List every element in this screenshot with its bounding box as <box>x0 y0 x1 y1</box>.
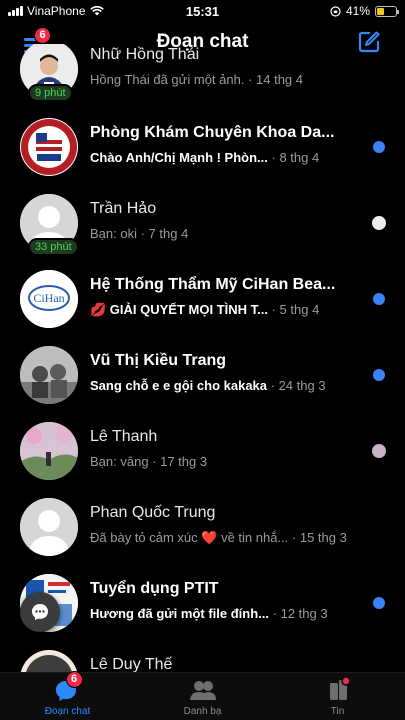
tab-label: Tin <box>330 706 345 717</box>
conversation-preview: Sang chỗ e e gội cho kakaka · 24 thg 3 <box>90 378 326 393</box>
conversation-row[interactable]: 33 phút Trần Hảo Bạn: oki · 7 thg 4 <box>0 186 405 260</box>
conversation-row[interactable]: Phan Quốc Trung Đã bày tỏ cảm xúc ❤️ về … <box>0 490 405 564</box>
conversation-row[interactable]: Phòng Khám Chuyên Khoa Da... Chào Anh/Ch… <box>0 110 405 184</box>
seen-avatar <box>372 444 386 458</box>
status-time: 15:31 <box>185 3 220 19</box>
conversation-row[interactable]: Lê Duy Thế <box>0 642 405 672</box>
conversation-name: Lê Duy Thế <box>90 656 173 672</box>
conversation-row[interactable]: CiHan Hệ Thống Thẩm Mỹ CiHan Bea... 💋 GI… <box>0 262 405 336</box>
conversation-name: Nhữ Hồng Thái <box>90 46 200 63</box>
tab-contacts[interactable]: Danh bạ <box>135 673 270 720</box>
signal-icon <box>8 6 23 16</box>
tab-stories[interactable]: Tin <box>270 673 405 720</box>
chat-bubble-icon <box>32 604 48 620</box>
avatar <box>20 650 78 672</box>
conversation-name: Trần Hảo <box>90 200 157 217</box>
chat-heads-button[interactable] <box>20 592 60 632</box>
unread-indicator <box>373 293 385 305</box>
conversation-row[interactable]: Vũ Thị Kiều Trang Sang chỗ e e gội cho k… <box>0 338 405 412</box>
carrier-name: VinaPhone <box>27 4 86 18</box>
conversation-preview: Bạn: oki · 7 thg 4 <box>90 226 189 241</box>
conversation-list[interactable]: 9 phút Nhữ Hồng Thái Hồng Thái đã gửi mộ… <box>0 44 405 672</box>
tab-label: Đoạn chat <box>44 706 91 717</box>
conversation-name: Tuyển dụng PTIT <box>90 580 219 597</box>
conversation-preview: Chào Anh/Chị Mạnh ! Phòn... · 8 thg 4 <box>90 150 320 165</box>
avatar: CiHan <box>20 270 78 328</box>
chats-badge: 6 <box>65 671 83 688</box>
unread-indicator <box>373 141 385 153</box>
unread-indicator <box>373 597 385 609</box>
wifi-icon <box>89 6 104 16</box>
tab-chats[interactable]: 6 Đoạn chat <box>0 671 135 720</box>
conversation-row[interactable]: 9 phút Nhữ Hồng Thái Hồng Thái đã gửi mộ… <box>0 44 405 106</box>
seen-avatar <box>372 216 386 230</box>
active-time-badge: 33 phút <box>28 238 79 256</box>
conversation-preview: Hồng Thái đã gửi một ảnh. · 14 thg 4 <box>90 72 303 87</box>
conversation-preview: Hương đã gửi một file đính... · 12 thg 3 <box>90 606 328 621</box>
conversation-name: Phan Quốc Trung <box>90 504 216 521</box>
avatar <box>20 346 78 404</box>
conversation-preview: 💋 GIẢI QUYẾT MỌI TÌNH T... · 5 thg 4 <box>90 302 320 317</box>
battery-percent: 41% <box>345 4 370 18</box>
conversation-name: Lê Thanh <box>90 428 158 445</box>
conversation-row[interactable]: Tuyển dụng PTIT Hương đã gửi một file đí… <box>0 566 405 640</box>
tab-label: Danh bạ <box>183 706 222 717</box>
tab-bar: 6 Đoạn chat Danh bạ Tin <box>0 671 405 720</box>
people-icon <box>189 681 216 700</box>
conversation-preview: Bạn: vâng · 17 thg 3 <box>90 454 208 469</box>
conversation-name: Phòng Khám Chuyên Khoa Da... <box>90 124 335 141</box>
conversation-preview: Đã bày tỏ cảm xúc ❤️ về tin nhắ... · 15 … <box>90 530 347 545</box>
avatar <box>20 422 78 480</box>
conversation-name: Hệ Thống Thẩm Mỹ CiHan Bea... <box>90 276 336 293</box>
unread-indicator <box>373 369 385 381</box>
battery-icon <box>375 5 399 17</box>
avatar <box>20 118 78 176</box>
stories-icon <box>329 676 351 700</box>
orientation-lock-icon <box>330 5 341 17</box>
cihan-logo-text: CiHan <box>33 291 64 305</box>
active-time-badge: 9 phút <box>28 84 73 102</box>
menu-badge: 6 <box>34 27 51 44</box>
avatar <box>20 498 78 556</box>
conversation-name: Vũ Thị Kiều Trang <box>90 352 227 369</box>
status-bar: VinaPhone 15:31 41% <box>0 0 405 22</box>
conversation-row[interactable]: Lê Thanh Bạn: vâng · 17 thg 3 <box>0 414 405 488</box>
